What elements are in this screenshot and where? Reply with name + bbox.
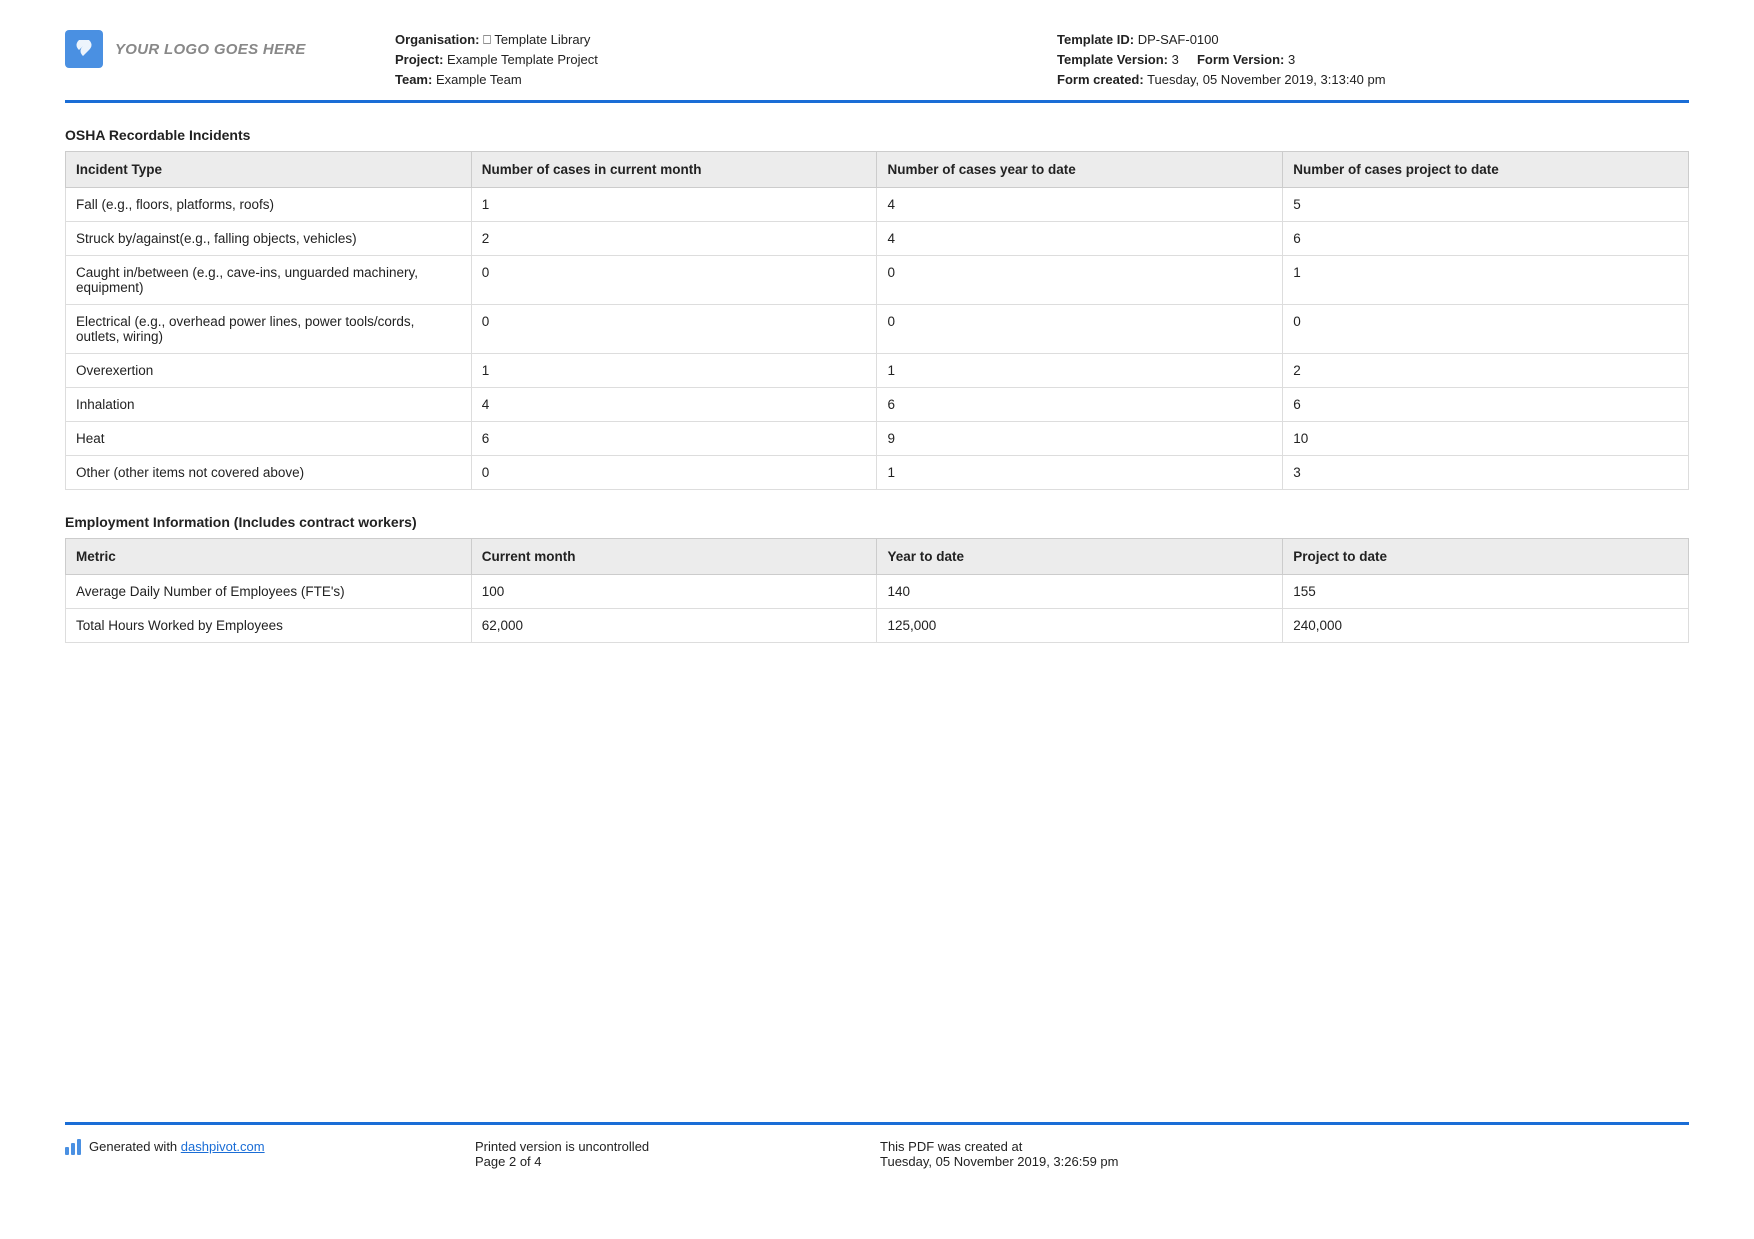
table-cell: Inhalation (66, 388, 472, 422)
table-row: Inhalation466 (66, 388, 1689, 422)
table-cell: 6 (1283, 388, 1689, 422)
generated-with-text: Generated with (89, 1139, 181, 1154)
pdf-created-label: This PDF was created at (880, 1139, 1689, 1154)
table-cell: 9 (877, 422, 1283, 456)
header-meta-left: Organisation: ⎕ Template Library Project… (395, 30, 1027, 90)
dashpivot-link[interactable]: dashpivot.com (181, 1139, 265, 1154)
table-cell: Fall (e.g., floors, platforms, roofs) (66, 188, 472, 222)
table-cell: Other (other items not covered above) (66, 456, 472, 490)
bars-icon (65, 1139, 81, 1155)
table-header: Project to date (1283, 539, 1689, 575)
section-title-osha: OSHA Recordable Incidents (65, 127, 1689, 143)
table-row: Electrical (e.g., overhead power lines, … (66, 305, 1689, 354)
table-cell: Electrical (e.g., overhead power lines, … (66, 305, 472, 354)
table-cell: 6 (1283, 222, 1689, 256)
logo-placeholder-text: YOUR LOGO GOES HERE (115, 41, 306, 58)
table-cell: 0 (471, 456, 877, 490)
table-cell: 0 (1283, 305, 1689, 354)
table-header: Metric (66, 539, 472, 575)
logo-icon (65, 30, 103, 68)
table-cell: Struck by/against(e.g., falling objects,… (66, 222, 472, 256)
table-cell: 6 (471, 422, 877, 456)
table-cell: Average Daily Number of Employees (FTE's… (66, 575, 472, 609)
table-cell: 2 (471, 222, 877, 256)
table-cell: 140 (877, 575, 1283, 609)
table-cell: 0 (877, 305, 1283, 354)
table-cell: Total Hours Worked by Employees (66, 609, 472, 643)
table-cell: 1 (471, 354, 877, 388)
table-row: Total Hours Worked by Employees62,000125… (66, 609, 1689, 643)
table-row: Other (other items not covered above)013 (66, 456, 1689, 490)
table-cell: 0 (471, 256, 877, 305)
table-header: Incident Type (66, 152, 472, 188)
table-cell: 5 (1283, 188, 1689, 222)
table-header: Number of cases year to date (877, 152, 1283, 188)
document-header: YOUR LOGO GOES HERE Organisation: ⎕ Temp… (65, 30, 1689, 103)
table-row: Caught in/between (e.g., cave-ins, ungua… (66, 256, 1689, 305)
table-cell: 4 (877, 188, 1283, 222)
table-cell: 4 (471, 388, 877, 422)
table-cell: 240,000 (1283, 609, 1689, 643)
table-row: Overexertion112 (66, 354, 1689, 388)
document-footer: Generated with dashpivot.com Printed ver… (65, 1122, 1689, 1169)
page-number-text: Page 2 of 4 (475, 1154, 880, 1169)
table-header: Current month (471, 539, 877, 575)
table-cell: 62,000 (471, 609, 877, 643)
table-cell: Heat (66, 422, 472, 456)
table-cell: 4 (877, 222, 1283, 256)
header-meta-right: Template ID: DP-SAF-0100 Template Versio… (1057, 30, 1689, 90)
pdf-created-date: Tuesday, 05 November 2019, 3:26:59 pm (880, 1154, 1689, 1169)
table-cell: 1 (471, 188, 877, 222)
table-cell: 3 (1283, 456, 1689, 490)
table-cell: 10 (1283, 422, 1689, 456)
table-row: Struck by/against(e.g., falling objects,… (66, 222, 1689, 256)
printed-uncontrolled-text: Printed version is uncontrolled (475, 1139, 880, 1154)
table-cell: Overexertion (66, 354, 472, 388)
table-header: Number of cases project to date (1283, 152, 1689, 188)
employment-info-table: Metric Current month Year to date Projec… (65, 538, 1689, 643)
table-cell: 100 (471, 575, 877, 609)
table-cell: 1 (877, 456, 1283, 490)
section-title-employment: Employment Information (Includes contrac… (65, 514, 1689, 530)
table-cell: 0 (471, 305, 877, 354)
table-cell: 1 (877, 354, 1283, 388)
logo-block: YOUR LOGO GOES HERE (65, 30, 365, 68)
table-row: Average Daily Number of Employees (FTE's… (66, 575, 1689, 609)
table-row: Fall (e.g., floors, platforms, roofs)145 (66, 188, 1689, 222)
table-header: Number of cases in current month (471, 152, 877, 188)
table-row: Heat6910 (66, 422, 1689, 456)
table-cell: 6 (877, 388, 1283, 422)
table-cell: 155 (1283, 575, 1689, 609)
table-cell: Caught in/between (e.g., cave-ins, ungua… (66, 256, 472, 305)
table-cell: 125,000 (877, 609, 1283, 643)
table-cell: 2 (1283, 354, 1689, 388)
table-cell: 1 (1283, 256, 1689, 305)
osha-incidents-table: Incident Type Number of cases in current… (65, 151, 1689, 490)
table-cell: 0 (877, 256, 1283, 305)
table-header: Year to date (877, 539, 1283, 575)
